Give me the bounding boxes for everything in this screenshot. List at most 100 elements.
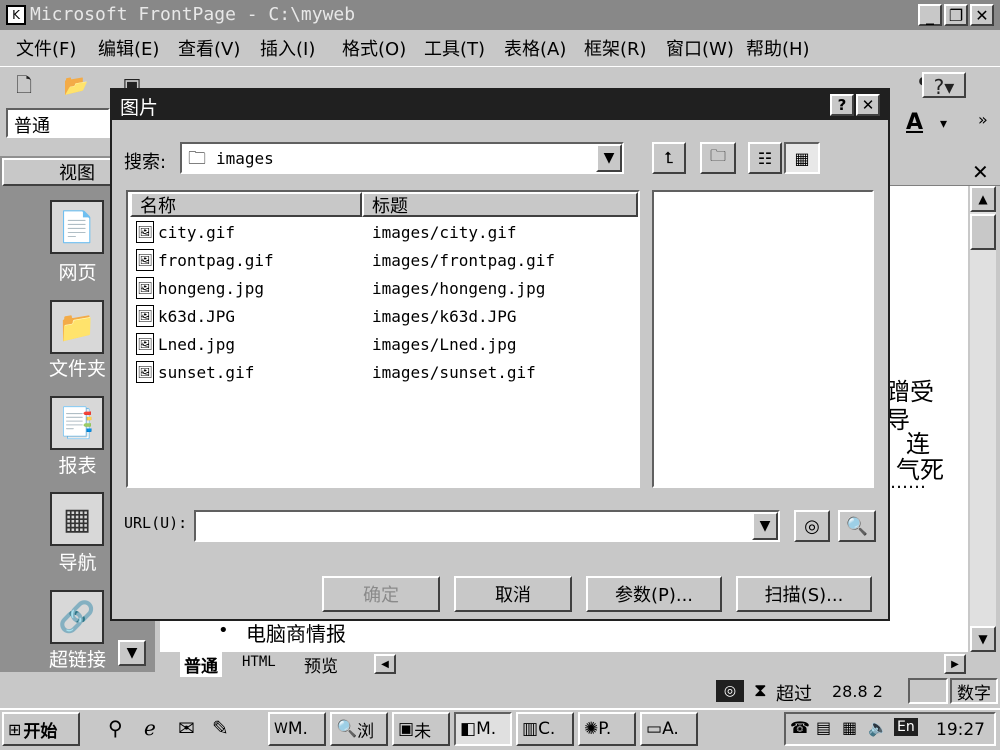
font-color-icon[interactable]: A	[906, 110, 923, 135]
list-item[interactable]: 🖼 Lned.jpg	[136, 330, 235, 358]
dialog-close-button[interactable]: ✕	[856, 94, 880, 116]
menu-format[interactable]: 格式(O)	[342, 35, 406, 61]
more-buttons-icon[interactable]: »	[978, 110, 988, 129]
task-a[interactable]: ▭ A.	[640, 712, 698, 746]
scroll-up-button[interactable]: ▲	[970, 186, 996, 212]
close-button[interactable]: ✕	[970, 4, 994, 26]
list-item[interactable]: 🖼 hongeng.jpg	[136, 274, 264, 302]
bullet-icon: •	[218, 620, 229, 641]
new-page-icon[interactable]: 🗋	[10, 72, 38, 98]
task-label: 未	[414, 721, 432, 742]
browser-icon[interactable]: ℯ	[144, 716, 156, 740]
display-icon[interactable]: ▤	[816, 718, 831, 737]
app-icon[interactable]: K	[6, 5, 26, 25]
task-browser[interactable]: 🔍 浏	[330, 712, 388, 746]
url-input[interactable]: ▼	[194, 510, 780, 542]
file-name: hongeng.jpg	[158, 278, 264, 298]
details-view-button[interactable]: ▦	[784, 142, 820, 174]
tab-normal[interactable]: 普通	[180, 652, 222, 677]
cancel-label: 取消	[495, 585, 531, 606]
scroll-thumb[interactable]	[970, 214, 996, 250]
menu-bar: 文件(F) 编辑(E) 查看(V) 插入(I) 格式(O) 工具(T) 表格(A…	[0, 30, 1000, 64]
menu-insert[interactable]: 插入(I)	[260, 35, 315, 61]
folder-dropdown-button[interactable]: ▼	[596, 144, 622, 172]
help-icon[interactable]: ?▾	[922, 72, 966, 99]
browse-web-button[interactable]: ◎	[794, 510, 830, 542]
column-header-title[interactable]: 标题	[362, 192, 638, 217]
list-item[interactable]: 🖼 k63d.JPG	[136, 302, 235, 330]
quick-launch-icon[interactable]: ⚲	[108, 716, 123, 740]
reports-icon[interactable]: 📑	[50, 396, 104, 450]
font-color-dropdown-icon[interactable]: ▾	[940, 116, 947, 132]
file-name: sunset.gif	[158, 362, 255, 382]
parameters-button[interactable]: 参数(P)...	[586, 576, 722, 612]
scan-button[interactable]: 扫描(S)...	[736, 576, 872, 612]
new-folder-button[interactable]: 🗀	[700, 142, 736, 174]
start-button[interactable]: ⊞ 开始	[2, 712, 80, 746]
num-lock-indicator: 数字	[950, 678, 998, 704]
url-label: URL(U):	[124, 514, 188, 532]
menu-window[interactable]: 窗口(W)	[666, 35, 734, 61]
volume-icon[interactable]: 🔈	[868, 718, 888, 737]
task-label: C.	[538, 719, 556, 739]
hscroll-right-button[interactable]: ▶	[944, 654, 966, 674]
list-item[interactable]: 🖼 frontpag.gif	[136, 246, 274, 274]
menu-tools[interactable]: 工具(T)	[424, 35, 485, 61]
connection-icon: ◎	[716, 680, 744, 702]
hyperlinks-icon[interactable]: 🔗	[50, 590, 104, 644]
cancel-button[interactable]: 取消	[454, 576, 572, 612]
menu-frames[interactable]: 框架(R)	[584, 35, 647, 61]
navigation-icon[interactable]: ▦	[50, 492, 104, 546]
tab-html[interactable]: HTML	[242, 654, 276, 670]
column-title-label: 标题	[372, 195, 408, 217]
outlook-icon[interactable]: ✉	[178, 716, 195, 740]
open-folder-icon[interactable]: 📂	[62, 72, 90, 98]
vertical-scrollbar[interactable]	[970, 186, 996, 652]
num-lock-label: 数字	[957, 683, 991, 704]
task-c[interactable]: ▥ C.	[516, 712, 574, 746]
tray-app-icon[interactable]: ▦	[842, 718, 857, 737]
menu-file[interactable]: 文件(F)	[16, 35, 76, 61]
menu-view[interactable]: 查看(V)	[178, 35, 240, 61]
scroll-down-button[interactable]: ▼	[970, 626, 996, 652]
task-p[interactable]: ✺ P.	[578, 712, 636, 746]
minimize-button[interactable]: _	[918, 4, 942, 26]
up-folder-button[interactable]: ⮤	[652, 142, 686, 174]
task-label: M.	[476, 719, 497, 739]
views-scroll-down-button[interactable]: ▼	[118, 640, 146, 666]
file-name: city.gif	[158, 222, 236, 242]
file-title: images/sunset.gif	[372, 362, 536, 382]
tab-preview[interactable]: 预览	[304, 652, 338, 677]
style-select[interactable]: 普通	[6, 108, 110, 138]
ok-button[interactable]: 确定	[322, 576, 440, 612]
image-preview	[652, 190, 874, 488]
list-item[interactable]: 🖼 sunset.gif	[136, 358, 254, 386]
image-file-icon: 🖼	[136, 333, 154, 355]
page-icon[interactable]: 📄	[50, 200, 104, 254]
dialog-help-button[interactable]: ?	[830, 94, 854, 116]
hscroll-left-button[interactable]: ◀	[374, 654, 396, 674]
browse-file-button[interactable]: 🔍	[838, 510, 876, 542]
file-name: frontpag.gif	[158, 250, 274, 270]
language-indicator[interactable]: En	[894, 718, 918, 736]
task-untitled[interactable]: ▣ 未	[392, 712, 450, 746]
views-header-label: 视图	[59, 163, 95, 184]
list-item[interactable]: 🖼 city.gif	[136, 218, 235, 246]
restore-button[interactable]: ❐	[944, 4, 968, 26]
list-view-button[interactable]: ☷	[748, 142, 782, 174]
url-dropdown-button[interactable]: ▼	[752, 512, 778, 540]
ok-label: 确定	[363, 585, 399, 606]
desktop-icon[interactable]: ✎	[212, 716, 229, 740]
menu-table[interactable]: 表格(A)	[504, 35, 566, 61]
column-header-name[interactable]: 名称	[130, 192, 362, 217]
menu-help[interactable]: 帮助(H)	[746, 35, 810, 61]
folder-select[interactable]: 🗀 images ▼	[180, 142, 624, 174]
menu-edit[interactable]: 编辑(E)	[98, 35, 159, 61]
task-frontpage[interactable]: ◧ M.	[454, 712, 512, 746]
network-icon[interactable]: ☎	[790, 718, 810, 737]
file-title: images/hongeng.jpg	[372, 278, 546, 298]
close-document-icon[interactable]: ✕	[972, 160, 989, 184]
hourglass-icon: ⧗	[754, 680, 767, 701]
task-word[interactable]: W M.	[268, 712, 326, 746]
folder-icon[interactable]: 📁	[50, 300, 104, 354]
